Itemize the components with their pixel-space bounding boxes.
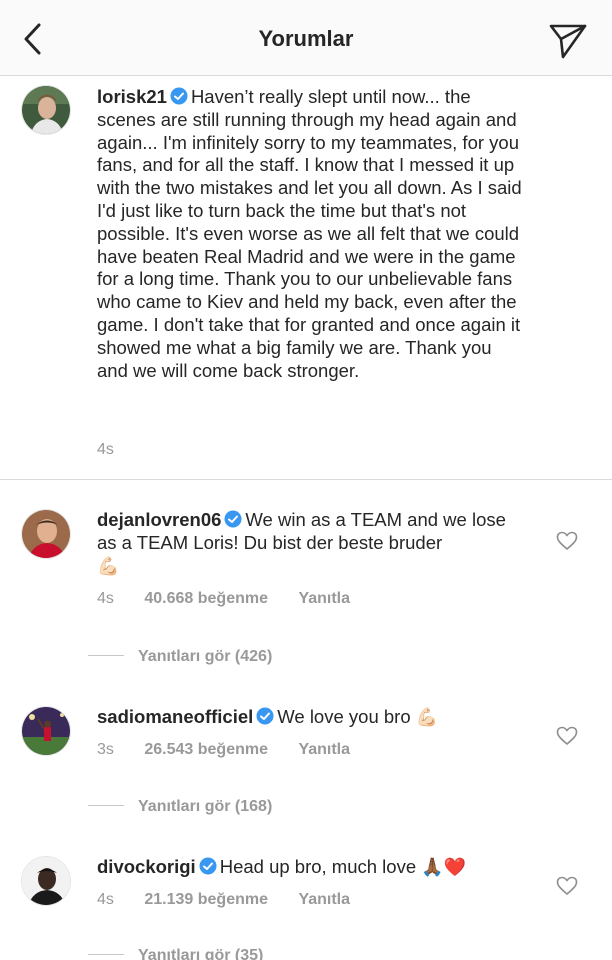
- comment-meta: 4s 21.139 beğenme Yanıtla: [97, 891, 376, 909]
- heart-icon[interactable]: [556, 726, 578, 746]
- comment-text: dejanlovren06 We win as a TEAM and we los…: [97, 509, 517, 578]
- praying-hands-heart-emoji: 🙏🏾❤️: [421, 857, 467, 878]
- post-meta: 4s: [97, 441, 140, 459]
- view-replies-button[interactable]: Yanıtları gör (426): [88, 648, 272, 666]
- verified-badge-icon: [224, 510, 242, 528]
- verified-badge-icon: [170, 87, 188, 105]
- comment-time: 4s: [97, 891, 114, 908]
- direct-message-icon[interactable]: [548, 20, 588, 60]
- comment-time: 3s: [97, 741, 114, 758]
- comment-text: divockorigi Head up bro, much love 🙏🏾❤️: [97, 856, 517, 880]
- view-replies-label: Yanıtları gör (35): [138, 947, 264, 960]
- view-replies-label: Yanıtları gör (168): [138, 798, 273, 815]
- flexed-biceps-emoji: 💪🏻: [415, 707, 439, 728]
- comment-likes[interactable]: 40.668 beğenme: [144, 590, 268, 607]
- reply-button[interactable]: Yanıtla: [298, 741, 350, 758]
- top-bar: Yorumlar: [0, 0, 612, 76]
- post-caption: lorisk21 Haven’t really slept until now..…: [0, 76, 612, 480]
- avatar[interactable]: [21, 856, 71, 906]
- verified-badge-icon: [256, 707, 274, 725]
- avatar[interactable]: [21, 706, 71, 756]
- divider-line: [88, 954, 124, 955]
- page-title: Yorumlar: [258, 26, 354, 51]
- view-replies-label: Yanıtları gör (426): [138, 648, 273, 665]
- comment-likes[interactable]: 26.543 beğenme: [144, 741, 268, 758]
- comment-meta: 4s 40.668 beğenme Yanıtla: [97, 590, 376, 608]
- caption-body: Haven’t really slept until now... the sc…: [97, 86, 522, 381]
- comment-text: sadiomaneofficiel We love you bro 💪🏻: [97, 706, 517, 730]
- avatar[interactable]: [21, 509, 71, 559]
- comment-username[interactable]: sadiomaneofficiel: [97, 706, 253, 727]
- comment-time: 4s: [97, 590, 114, 607]
- view-replies-button[interactable]: Yanıtları gör (35): [88, 947, 263, 960]
- flexed-biceps-emoji: 💪🏻: [97, 555, 120, 577]
- view-replies-button[interactable]: Yanıtları gör (168): [88, 798, 272, 816]
- reply-button[interactable]: Yanıtla: [298, 891, 350, 908]
- caption-text: lorisk21 Haven’t really slept until now..…: [97, 86, 527, 382]
- verified-badge-icon: [199, 857, 217, 875]
- comment-username[interactable]: dejanlovren06: [97, 509, 221, 530]
- comment-body: We love you bro: [277, 706, 411, 727]
- comment-username[interactable]: divockorigi: [97, 856, 196, 877]
- comment-meta: 3s 26.543 beğenme Yanıtla: [97, 741, 376, 759]
- post-time: 4s: [97, 441, 114, 458]
- avatar[interactable]: [21, 85, 71, 135]
- comment-body: Head up bro, much love: [219, 856, 417, 877]
- divider-line: [88, 805, 124, 806]
- heart-icon[interactable]: [556, 876, 578, 896]
- divider-line: [88, 655, 124, 656]
- heart-icon[interactable]: [556, 531, 578, 551]
- post-username[interactable]: lorisk21: [97, 86, 167, 107]
- comment-likes[interactable]: 21.139 beğenme: [144, 891, 268, 908]
- reply-button[interactable]: Yanıtla: [298, 590, 350, 607]
